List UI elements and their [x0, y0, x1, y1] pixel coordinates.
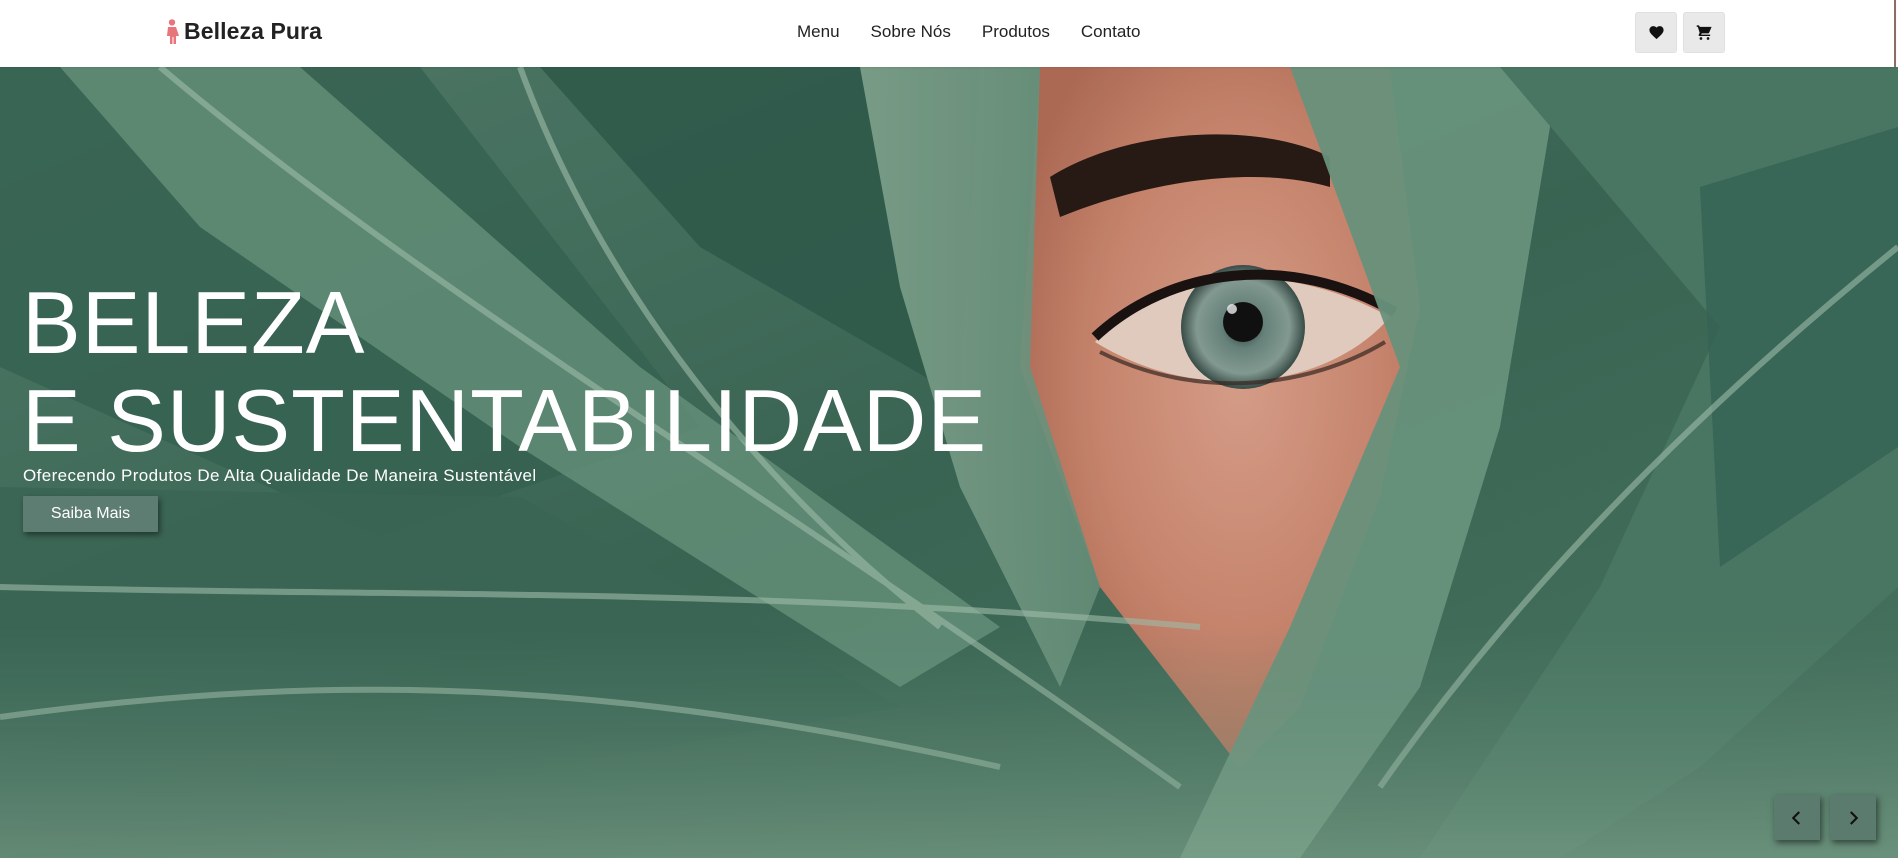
page: Belleza Pura Menu Sobre Nós Produtos Con… — [0, 0, 1898, 858]
woman-figure-icon — [167, 18, 179, 44]
chevron-left-icon — [1791, 810, 1800, 825]
brand-logo-link[interactable]: Belleza Pura — [164, 18, 322, 45]
hero-title-line1: BELEZA — [22, 273, 366, 372]
carousel-next-button[interactable] — [1830, 795, 1876, 840]
chevron-right-icon — [1850, 810, 1859, 825]
header-actions — [1635, 12, 1725, 53]
brand-name: Belleza Pura — [184, 18, 322, 44]
heart-icon — [1648, 26, 1664, 40]
saiba-mais-button[interactable]: Saiba Mais — [23, 496, 158, 532]
nav-link-contato[interactable]: Contato — [1081, 22, 1141, 42]
hero-title-line2: E SUSTENTABILIDADE — [22, 371, 988, 470]
carousel-prev-button[interactable] — [1774, 795, 1820, 840]
hero-section: BELEZA E SUSTENTABILIDADE Oferecendo Pro… — [0, 67, 1898, 858]
navbar: Belleza Pura Menu Sobre Nós Produtos Con… — [0, 0, 1896, 67]
scrollbar-edge — [1894, 0, 1896, 67]
nav-link-produtos[interactable]: Produtos — [982, 22, 1050, 42]
nav-link-menu[interactable]: Menu — [797, 22, 840, 42]
cart-button[interactable] — [1683, 12, 1725, 53]
hero-title: BELEZA E SUSTENTABILIDADE — [22, 274, 987, 470]
nav-link-sobre-nos[interactable]: Sobre Nós — [871, 22, 951, 42]
cart-icon — [1696, 25, 1712, 40]
hero-subtitle: Oferecendo Produtos De Alta Qualidade De… — [23, 466, 537, 485]
favorites-button[interactable] — [1635, 12, 1677, 53]
main-nav: Menu Sobre Nós Produtos Contato — [797, 22, 1171, 42]
